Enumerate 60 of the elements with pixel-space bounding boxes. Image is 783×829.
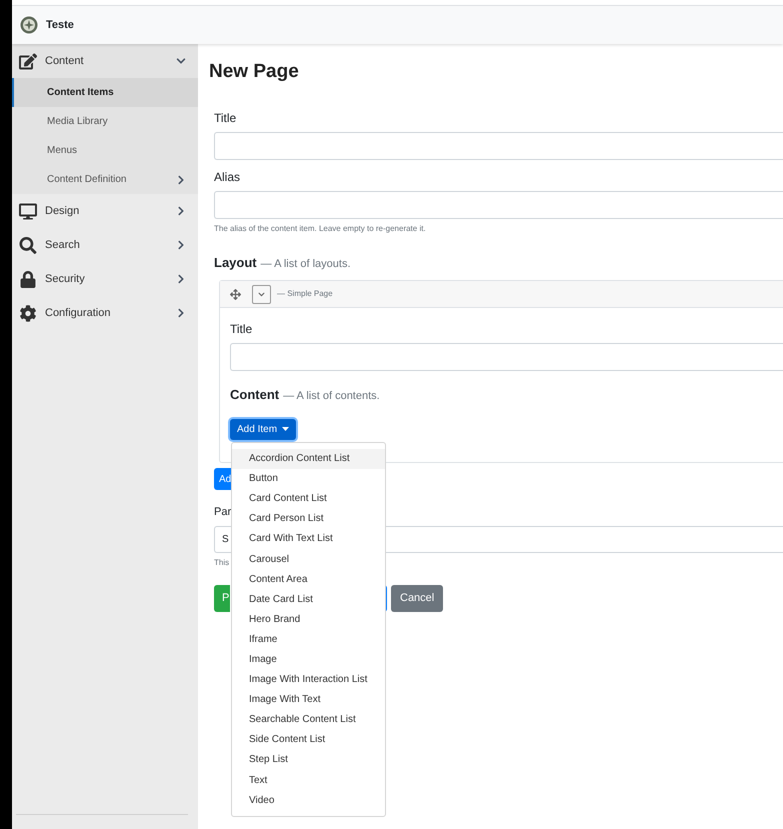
layout-heading: Layout	[214, 254, 257, 272]
menu-item[interactable]: Date Card List	[232, 589, 385, 610]
chevron-right-icon	[176, 174, 186, 184]
sidebar-icon	[19, 236, 37, 254]
menu-item[interactable]: Image With Text	[232, 690, 385, 710]
site-name: Teste	[46, 18, 74, 33]
menu-item[interactable]: Image With Interaction List	[232, 670, 385, 690]
field-label: Alias	[214, 168, 242, 186]
layout-description: — A list of layouts.	[260, 256, 350, 272]
menu-item[interactable]: Text	[232, 770, 385, 790]
field-label: Par	[214, 505, 232, 520]
menu-item[interactable]: Video	[232, 790, 385, 810]
sidebar-subitem[interactable]: Content Items	[12, 78, 198, 107]
sidebar-icon	[19, 52, 37, 70]
chevron-right-icon	[176, 240, 186, 250]
sidebar-icon	[19, 270, 37, 288]
menu-item[interactable]: Accordion Content List	[232, 448, 385, 469]
menu-item[interactable]: Content Area	[232, 569, 385, 590]
chevron-right-icon	[176, 206, 186, 216]
move-icon[interactable]	[230, 288, 241, 300]
field-hint: The alias of the content item. Leave empty to re-generate it.	[214, 222, 427, 234]
input-field[interactable]	[230, 343, 783, 371]
content-heading: Content	[230, 386, 280, 404]
menu-item[interactable]: Card Content List	[232, 488, 385, 509]
item-type: — Simple Page	[277, 288, 333, 300]
sidebar-icon	[19, 202, 37, 220]
sidebar-item[interactable]: Security	[12, 262, 198, 296]
chevron-right-icon	[176, 274, 186, 284]
input-field[interactable]	[214, 190, 783, 218]
menu-item[interactable]: Button	[232, 468, 385, 489]
chevron-right-icon	[176, 308, 186, 318]
menu-item[interactable]: Card With Text List	[232, 528, 385, 549]
menu-item[interactable]: Iframe	[232, 629, 385, 650]
input-field[interactable]	[214, 132, 783, 160]
caret-icon	[282, 427, 290, 431]
field-label: Title	[214, 110, 238, 126]
menu-item[interactable]: Searchable Content List	[232, 710, 385, 730]
menu-item[interactable]: Side Content List	[232, 730, 385, 750]
sidebar-subitem[interactable]: Media Library	[12, 107, 198, 136]
chevron-down-icon	[176, 56, 186, 66]
cancel-button[interactable]: Cancel	[391, 584, 444, 612]
add-layout-button[interactable]: Ad	[214, 468, 231, 490]
sidebar-item[interactable]: Content	[12, 44, 198, 78]
sidebar-subitem[interactable]: Content Definition	[12, 165, 198, 194]
sidebar-item[interactable]: Design	[12, 194, 198, 228]
field-hint: This	[214, 556, 230, 568]
collapse-button[interactable]	[252, 284, 271, 304]
sidebar-subitem[interactable]: Menus	[12, 136, 198, 165]
sidebar-icon	[19, 304, 37, 322]
menu-item[interactable]: Hero Brand	[232, 609, 385, 630]
logo-icon	[20, 16, 38, 34]
sidebar-item[interactable]: Configuration	[12, 296, 198, 330]
menu-item[interactable]: Image	[232, 649, 385, 670]
menu-item[interactable]: Step List	[232, 750, 385, 770]
chevron-down-icon	[258, 290, 265, 298]
field-label: Title	[230, 321, 254, 338]
page-title: New Page	[209, 60, 300, 84]
content-description: — A list of contents.	[283, 389, 380, 404]
add-item-button[interactable]: Add Item	[230, 418, 296, 440]
sidebar-item[interactable]: Search	[12, 228, 198, 262]
